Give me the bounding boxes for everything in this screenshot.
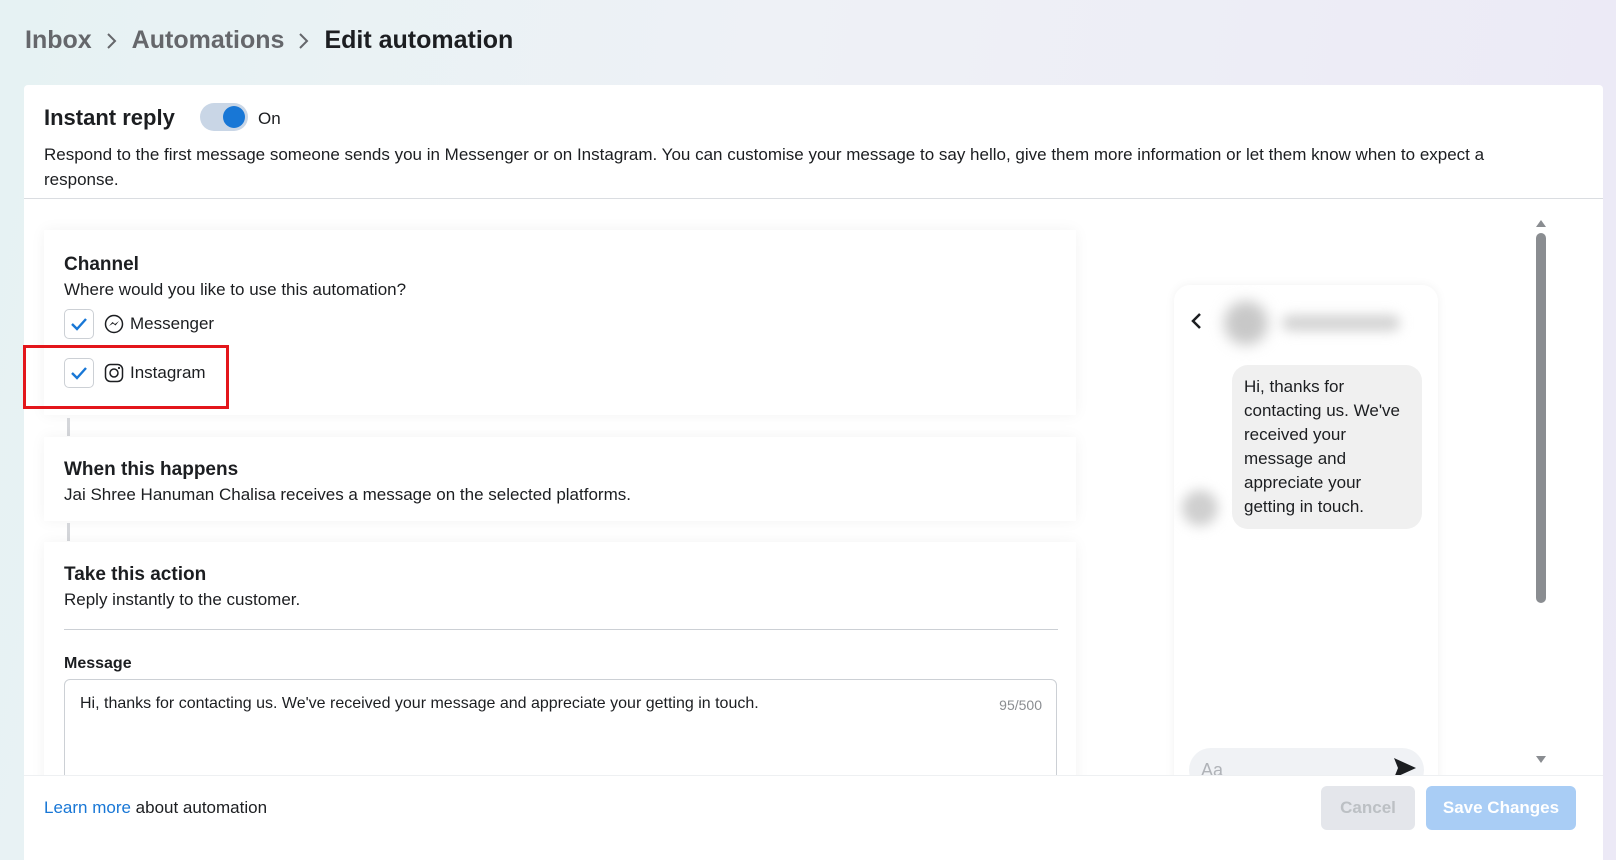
sender-avatar [1182,490,1218,526]
channel-option-messenger[interactable]: Messenger [64,309,214,339]
breadcrumb-edit-automation: Edit automation [324,26,514,54]
messenger-icon [104,314,124,334]
channel-subtitle: Where would you like to use this automat… [64,280,407,299]
chevron-right-icon [298,32,310,50]
header-description: Respond to the first message someone sen… [44,145,1485,189]
avatar [1224,301,1268,345]
panel-header: Instant reply On Respond to the first me… [24,85,1603,199]
learn-more-text: Learn more about automation [44,798,267,818]
footer: Learn more about automation Cancel Save … [24,775,1603,860]
messenger-checkbox[interactable] [64,309,94,339]
step-connector [67,523,70,541]
preview-message-bubble: Hi, thanks for contacting us. We've rece… [1232,365,1422,529]
message-preview: Hi, thanks for contacting us. We've rece… [1174,285,1438,860]
trigger-title: When this happens [64,459,239,480]
divider [64,629,1058,630]
learn-more-link[interactable]: Learn more [44,798,131,817]
breadcrumb-inbox[interactable]: Inbox [25,26,92,55]
messenger-label: Messenger [130,314,215,333]
automation-panel: Instant reply On Respond to the first me… [23,85,1603,860]
breadcrumb-automations[interactable]: Automations [132,26,285,55]
toggle-knob [223,106,245,128]
character-counter: 95/500 [999,697,1042,713]
contact-name-blurred [1282,315,1400,331]
chevron-right-icon [106,32,118,50]
page-title: Instant reply [44,105,175,130]
scroll-thumb[interactable] [1536,233,1546,603]
message-label: Message [64,655,132,672]
save-changes-button[interactable]: Save Changes [1426,786,1576,830]
trigger-subtitle: Jai Shree Hanuman Chalisa receives a mes… [64,485,631,504]
instagram-highlight-box [23,345,229,409]
action-title: Take this action [64,564,207,585]
scroll-up-arrow-icon[interactable] [1535,215,1547,233]
breadcrumb: Inbox Automations Edit automation [25,26,513,55]
instant-reply-toggle[interactable] [200,103,248,131]
scroll-down-arrow-icon[interactable] [1535,752,1547,770]
scrollbar[interactable] [1530,215,1550,770]
back-arrow-icon [1190,311,1202,336]
step-connector [67,418,70,436]
channel-title: Channel [64,254,139,275]
message-text[interactable]: Hi, thanks for contacting us. We've rece… [80,695,759,713]
action-subtitle: Reply instantly to the customer. [64,590,301,609]
checkmark-icon [71,318,87,331]
toggle-state-label: On [258,109,281,128]
cancel-button[interactable]: Cancel [1321,786,1415,830]
learn-more-suffix: about automation [130,798,268,817]
trigger-card: When this happens Jai Shree Hanuman Chal… [44,437,1076,521]
